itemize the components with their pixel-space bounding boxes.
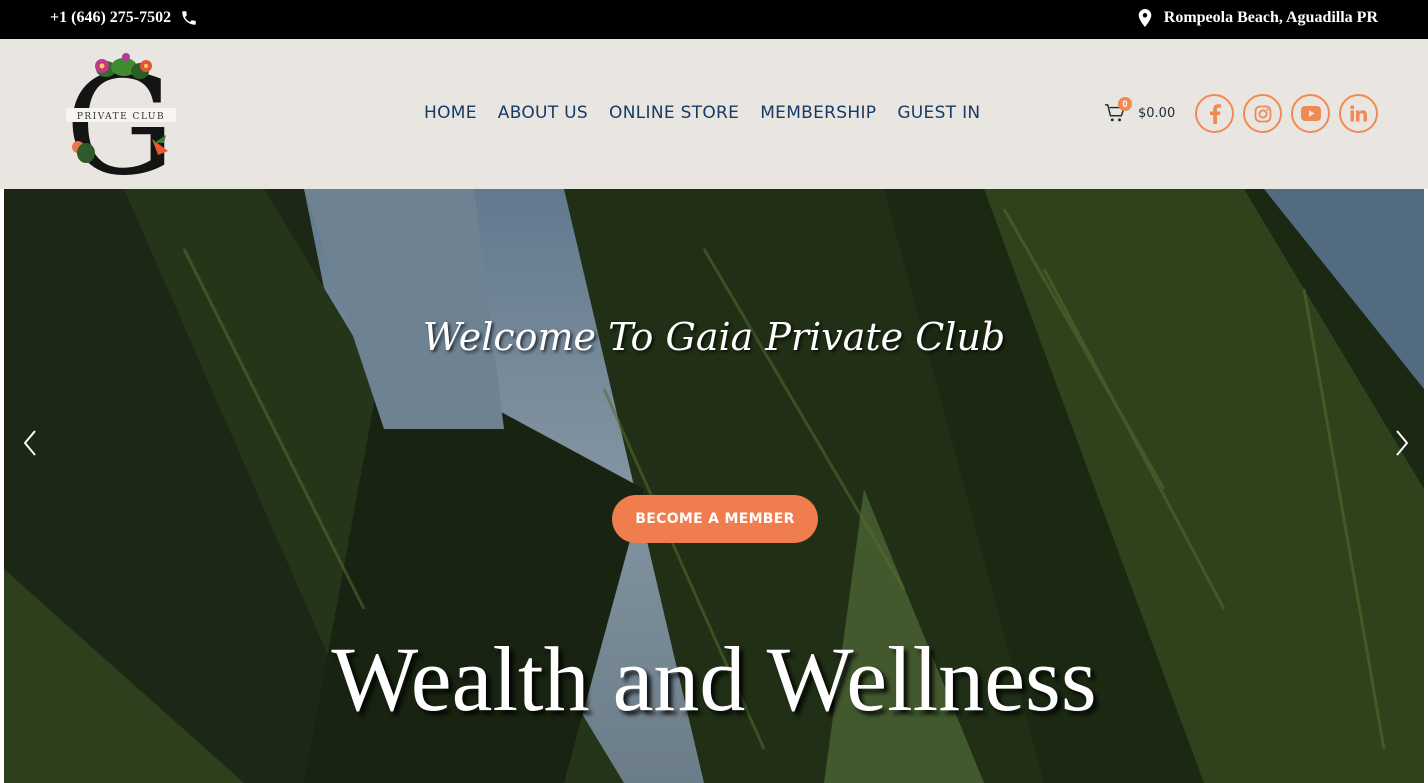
nav-item-guest-in[interactable]: GUEST IN: [897, 103, 980, 123]
phone-contact[interactable]: +1 (646) 275-7502: [50, 9, 198, 27]
map-pin-icon: [1138, 9, 1152, 27]
site-logo[interactable]: G PRIVATE CLUB: [64, 45, 178, 206]
hero-slider: Welcome To Gaia Private Club BECOME A ME…: [4, 189, 1424, 783]
social-links: [1195, 94, 1378, 133]
location-text[interactable]: Rompeola Beach, Aguadilla PR: [1164, 9, 1378, 27]
hero-welcome-text: Welcome To Gaia Private Club: [422, 315, 1006, 359]
hero-headline: Wealth and Wellness: [331, 628, 1097, 730]
logo-text: PRIVATE CLUB: [77, 112, 165, 122]
facebook-icon[interactable]: [1195, 94, 1234, 133]
location-contact[interactable]: Rompeola Beach, Aguadilla PR: [1138, 9, 1378, 27]
top-bar: +1 (646) 275-7502 Rompeola Beach, Aguadi…: [0, 0, 1428, 39]
phone-icon: [182, 11, 196, 25]
instagram-icon[interactable]: [1243, 94, 1282, 133]
site-header: G PRIVATE CLUB HOME ABOUT US ONLINE STOR…: [0, 39, 1428, 206]
linkedin-icon[interactable]: [1339, 94, 1378, 133]
nav-item-about-us[interactable]: ABOUT US: [498, 103, 588, 123]
become-member-button[interactable]: BECOME A MEMBER: [612, 495, 818, 543]
nav-item-membership[interactable]: MEMBERSHIP: [760, 103, 876, 123]
chevron-right-icon[interactable]: [1390, 429, 1414, 457]
cart-total[interactable]: $0.00: [1138, 106, 1175, 121]
cart-widget[interactable]: 0 $0.00: [1104, 97, 1175, 123]
phone-number[interactable]: +1 (646) 275-7502: [50, 9, 171, 27]
chevron-left-icon[interactable]: [18, 429, 42, 457]
nav-item-home[interactable]: HOME: [424, 103, 477, 123]
main-nav: HOME ABOUT US ONLINE STORE MEMBERSHIP GU…: [424, 103, 1001, 123]
nav-item-online-store[interactable]: ONLINE STORE: [609, 103, 739, 123]
cart-count-badge: 0: [1118, 97, 1132, 111]
youtube-icon[interactable]: [1291, 94, 1330, 133]
